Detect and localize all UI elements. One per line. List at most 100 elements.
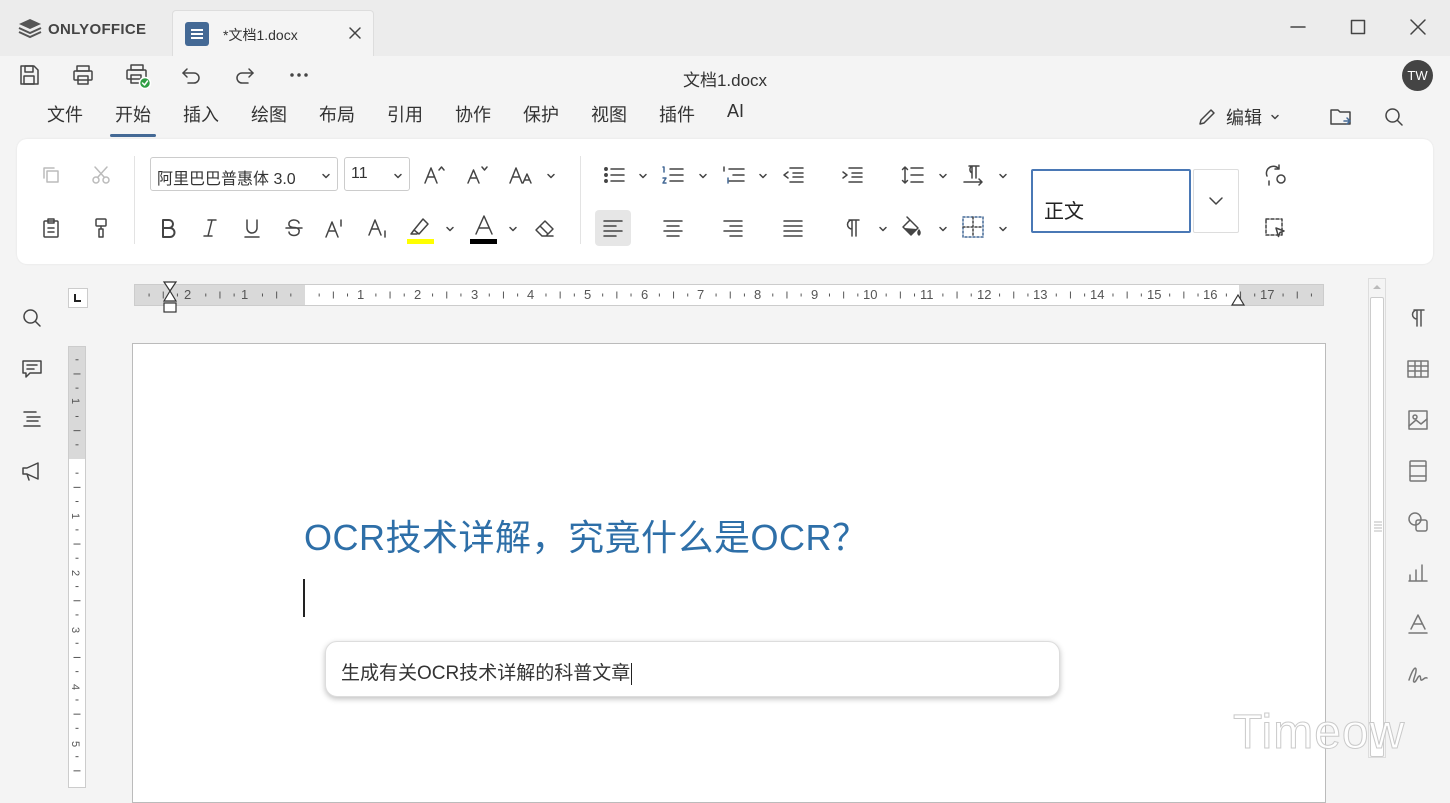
edit-mode-button[interactable]: 编辑	[1196, 104, 1280, 130]
highlight-color-icon[interactable]	[406, 212, 436, 246]
maximize-icon[interactable]	[1345, 14, 1371, 40]
watermark: Timeow	[1232, 706, 1406, 760]
tab-close-icon[interactable]	[347, 25, 363, 41]
align-left-icon[interactable]	[595, 210, 631, 246]
scroll-up-icon[interactable]	[1372, 283, 1382, 291]
search-icon[interactable]	[1381, 104, 1407, 130]
chevron-down-icon[interactable]	[697, 170, 709, 182]
vertical-ruler[interactable]: 1 1 2 3 4 5	[68, 346, 86, 788]
tab-home[interactable]: 开始	[110, 101, 156, 137]
table-settings-icon[interactable]	[1405, 356, 1431, 382]
header-footer-settings-icon[interactable]	[1405, 458, 1431, 484]
borders-icon[interactable]	[959, 213, 987, 241]
navigation-icon[interactable]	[19, 406, 45, 432]
copy-icon[interactable]	[38, 162, 64, 188]
cut-icon[interactable]	[88, 162, 114, 188]
font-name-select[interactable]: 阿里巴巴普惠体 3.0	[150, 157, 338, 191]
select-all-icon[interactable]	[1261, 214, 1289, 242]
edit-mode-label: 编辑	[1226, 108, 1262, 128]
close-window-icon[interactable]	[1405, 14, 1431, 40]
tab-layout[interactable]: 布局	[319, 101, 355, 135]
ruler-label: 2	[414, 287, 422, 302]
minimize-icon[interactable]	[1285, 14, 1311, 40]
strikethrough-icon[interactable]	[281, 215, 307, 241]
paragraph-settings-icon[interactable]	[1405, 305, 1431, 331]
align-center-icon[interactable]	[659, 215, 687, 241]
justify-icon[interactable]	[779, 215, 807, 241]
style-gallery-expand-icon[interactable]	[1193, 169, 1239, 233]
chevron-down-icon[interactable]	[997, 170, 1009, 182]
chevron-down-icon[interactable]	[637, 170, 649, 182]
document-tab[interactable]: *文档1.docx	[172, 10, 374, 56]
change-case-icon[interactable]	[507, 162, 537, 188]
toolbar-divider	[134, 156, 135, 244]
paste-icon[interactable]	[38, 215, 64, 241]
shading-icon[interactable]	[897, 213, 927, 243]
user-avatar[interactable]: TW	[1402, 60, 1433, 91]
paragraph-direction-icon[interactable]	[959, 162, 987, 188]
ruler-label: 1	[357, 287, 365, 302]
clear-format-icon[interactable]	[532, 215, 558, 241]
bullet-list-icon[interactable]	[600, 162, 628, 188]
text-art-settings-icon[interactable]	[1405, 611, 1431, 637]
feedback-icon[interactable]	[19, 458, 45, 484]
font-size-select[interactable]: 11	[344, 157, 410, 191]
open-file-location-icon[interactable]	[1327, 104, 1355, 130]
chevron-down-icon[interactable]	[545, 170, 557, 182]
chevron-down-icon[interactable]	[444, 223, 456, 235]
comments-icon[interactable]	[19, 356, 45, 382]
increase-indent-icon[interactable]	[838, 162, 866, 188]
chevron-down-icon[interactable]	[877, 223, 889, 235]
paragraph-style-gallery[interactable]: 正文	[1031, 169, 1191, 233]
tab-insert[interactable]: 插入	[183, 101, 219, 135]
style-normal: 正文	[1044, 201, 1084, 223]
underline-icon[interactable]	[239, 215, 265, 241]
image-settings-icon[interactable]	[1405, 407, 1431, 433]
subscript-icon[interactable]	[365, 215, 391, 241]
tab-view[interactable]: 视图	[591, 101, 627, 135]
italic-icon[interactable]	[197, 215, 223, 241]
tab-stop-selector[interactable]	[68, 288, 88, 308]
decrease-font-icon[interactable]	[463, 162, 491, 188]
search-icon[interactable]	[19, 305, 45, 331]
shape-settings-icon[interactable]	[1405, 509, 1431, 535]
ruler-label: 9	[811, 287, 819, 302]
tab-protection[interactable]: 保护	[523, 101, 559, 135]
bold-icon[interactable]	[155, 215, 181, 241]
tab-draw[interactable]: 绘图	[251, 101, 287, 135]
chevron-down-icon[interactable]	[507, 223, 519, 235]
increase-font-icon[interactable]	[420, 162, 448, 188]
ai-prompt-input[interactable]: 生成有关OCR技术详解的科普文章	[325, 641, 1060, 697]
align-right-icon[interactable]	[719, 215, 747, 241]
superscript-icon[interactable]	[322, 215, 348, 241]
multilevel-list-icon[interactable]	[720, 162, 748, 188]
line-spacing-icon[interactable]	[899, 162, 927, 188]
scrollbar-thumb[interactable]	[1370, 297, 1384, 757]
tab-plugins[interactable]: 插件	[659, 101, 695, 135]
decrease-indent-icon[interactable]	[779, 162, 807, 188]
chart-settings-icon[interactable]	[1405, 560, 1431, 586]
chevron-down-icon[interactable]	[997, 223, 1009, 235]
tab-references[interactable]: 引用	[387, 101, 423, 135]
replace-icon[interactable]	[1261, 161, 1289, 189]
chevron-down-icon[interactable]	[757, 170, 769, 182]
tab-collaboration[interactable]: 协作	[455, 101, 491, 135]
document-heading[interactable]: OCR技术详解，究竟什么是OCR？	[304, 509, 869, 561]
font-color-icon[interactable]	[469, 212, 499, 246]
document-icon	[185, 22, 209, 46]
signature-settings-icon[interactable]	[1405, 662, 1431, 688]
ruler-label: 17	[1260, 287, 1275, 302]
chevron-down-icon[interactable]	[937, 223, 949, 235]
title-bar: ONLYOFFICE *文档1.docx	[0, 0, 1450, 56]
ruler-label: 12	[977, 287, 992, 302]
right-indent-marker[interactable]	[1230, 292, 1246, 306]
document-page[interactable]	[132, 343, 1326, 803]
tab-ai[interactable]: AI	[727, 101, 744, 135]
chevron-down-icon[interactable]	[937, 170, 949, 182]
indent-marker[interactable]	[162, 281, 178, 313]
nonprinting-characters-icon[interactable]	[839, 215, 867, 241]
format-painter-icon[interactable]	[88, 215, 114, 241]
numbered-list-icon[interactable]	[659, 162, 687, 188]
tab-file[interactable]: 文件	[47, 101, 83, 135]
horizontal-ruler[interactable]: 2 1 1 2 3 4 5 6 7 8 9 10 11 12 13 14 15 …	[134, 284, 1324, 306]
